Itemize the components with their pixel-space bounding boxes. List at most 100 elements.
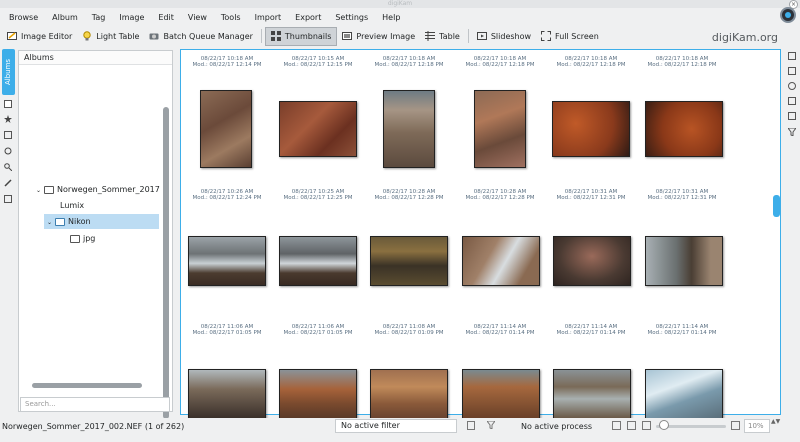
thumbnail-item[interactable]: 08/22/17 10:18 AM Mod.: 08/22/17 12:14 PM — [182, 56, 272, 174]
window-title-bar: digiKam — [0, 0, 800, 8]
zoom-spin-arrows[interactable]: ▲▼ — [771, 419, 780, 425]
thumbnail-meta: 08/22/17 10:18 AM Mod.: 08/22/17 12:14 PM — [192, 56, 262, 68]
thumbnail-item[interactable]: 08/22/17 10:18 AM Mod.: 08/22/17 12:18 PM — [546, 56, 636, 174]
table-icon — [425, 31, 436, 41]
menu-tools[interactable]: Tools — [214, 13, 248, 22]
tree-item-label: Lumix — [60, 201, 85, 210]
photo-image — [645, 101, 723, 157]
timeline-tab-icon[interactable] — [4, 147, 12, 155]
thumbnail-meta: 08/22/17 10:28 AM Mod.: 08/22/17 12:28 PM — [465, 189, 535, 201]
photo-image — [279, 101, 357, 157]
menu-help[interactable]: Help — [375, 13, 407, 22]
photo-image — [462, 236, 540, 286]
window-title: digiKam — [387, 0, 413, 7]
albums-panel-title: Albums — [19, 51, 172, 65]
thumbnail-item[interactable]: 08/22/17 10:31 AM Mod.: 08/22/17 12:31 PM — [637, 189, 727, 307]
fuzzy-search-tab-icon[interactable] — [4, 179, 12, 187]
table-view-button[interactable]: Table — [420, 27, 465, 46]
lightbulb-icon — [82, 31, 92, 41]
tree-item-lumix[interactable]: Lumix — [60, 198, 84, 213]
preview-image-icon — [342, 31, 353, 41]
colors-icon[interactable] — [788, 82, 796, 90]
tags-icon[interactable] — [788, 112, 796, 120]
thumbnail-vertical-scrollbar[interactable] — [772, 50, 781, 414]
folder-tab-icon[interactable] — [4, 100, 12, 108]
photo-image — [462, 369, 540, 419]
thumbnail-meta: 08/22/17 11:14 AM Mod.: 08/22/17 01:14 PM — [556, 324, 626, 336]
menu-settings[interactable]: Settings — [328, 13, 375, 22]
menu-edit[interactable]: Edit — [151, 13, 181, 22]
zoom-slider-handle[interactable] — [659, 420, 669, 430]
thumbnail-item[interactable]: 08/22/17 10:28 AM Mod.: 08/22/17 12:28 PM — [364, 189, 454, 307]
preview-image-button[interactable]: Preview Image — [337, 27, 420, 46]
process-status: No active process — [521, 422, 593, 431]
filter-icon[interactable] — [787, 127, 797, 138]
thumbnail-item[interactable]: 08/22/17 10:25 AM Mod.: 08/22/17 12:25 PM — [273, 189, 363, 307]
digikam-logo-icon — [780, 7, 796, 23]
star-tab-icon[interactable] — [4, 115, 12, 123]
geolocation-icon[interactable] — [788, 97, 796, 105]
scrollbar-thumb[interactable] — [32, 383, 142, 388]
thumbnail-item[interactable]: 08/22/17 10:18 AM Mod.: 08/22/17 12:18 PM — [364, 56, 454, 174]
thumbnail-item[interactable]: 08/22/17 10:18 AM Mod.: 08/22/17 12:18 PM — [637, 56, 727, 174]
menu-album[interactable]: Album — [45, 13, 85, 22]
trash-icon[interactable] — [467, 421, 475, 430]
albums-horizontal-scrollbar[interactable] — [22, 381, 160, 389]
album-search-input[interactable]: Search... — [20, 397, 170, 412]
thumbnail-item[interactable]: 08/22/17 10:18 AM Mod.: 08/22/17 12:18 PM — [455, 56, 545, 174]
image-editor-button[interactable]: Image Editor — [2, 27, 77, 46]
folder-icon — [44, 185, 55, 194]
batch-queue-manager-button[interactable]: Batch Queue Manager — [144, 27, 257, 46]
tab-albums[interactable]: Albums — [2, 49, 15, 95]
table-label: Table — [439, 31, 460, 41]
thumbnail-item[interactable]: 08/22/17 10:31 AM Mod.: 08/22/17 12:31 PM — [546, 189, 636, 307]
scrollbar-thumb[interactable] — [773, 195, 780, 217]
menu-export[interactable]: Export — [288, 13, 328, 22]
albums-vertical-scrollbar[interactable] — [162, 52, 170, 419]
tree-item-jpg[interactable]: jpg — [70, 231, 95, 246]
zoom-level-field[interactable]: 10% — [744, 419, 770, 433]
thumbnail-meta: 08/22/17 11:14 AM Mod.: 08/22/17 01:14 PM — [647, 324, 717, 336]
filter-funnel-icon[interactable] — [486, 420, 496, 431]
tree-item-nikon[interactable]: ⌄ Nikon — [44, 214, 159, 229]
image-editor-icon — [7, 31, 17, 41]
slideshow-button[interactable]: Slideshow — [472, 27, 536, 46]
search-tab-icon[interactable] — [4, 163, 13, 172]
thumbnail-item[interactable]: 08/22/17 10:15 AM Mod.: 08/22/17 12:15 PM — [273, 56, 363, 174]
tree-item-label: Norwegen_Sommer_2017 — [57, 185, 160, 194]
photo-image — [188, 236, 266, 286]
thumbnail-item[interactable]: 08/22/17 10:26 AM Mod.: 08/22/17 12:24 PM — [182, 189, 272, 307]
zoom-in-icon[interactable] — [731, 421, 740, 430]
properties-icon[interactable] — [788, 52, 796, 60]
thumbnail-meta: 08/22/17 10:18 AM Mod.: 08/22/17 12:18 PM — [556, 56, 626, 68]
chevron-down-icon[interactable]: ⌄ — [36, 187, 41, 194]
tree-item-norwegen[interactable]: ⌄ Norwegen_Sommer_2017 — [36, 182, 160, 197]
full-screen-button[interactable]: Full Screen — [536, 27, 604, 46]
zoom-100-icon[interactable] — [627, 421, 636, 430]
menu-tag[interactable]: Tag — [85, 13, 113, 22]
thumbnail-meta: 08/22/17 11:06 AM Mod.: 08/22/17 01:05 PM — [283, 324, 353, 336]
photo-image — [645, 369, 723, 419]
menu-image[interactable]: Image — [112, 13, 151, 22]
thumbnail-item[interactable]: 08/22/17 10:28 AM Mod.: 08/22/17 12:28 PM — [455, 189, 545, 307]
folder-icon — [70, 234, 80, 243]
thumbnail-meta: 08/22/17 10:28 AM Mod.: 08/22/17 12:28 PM — [374, 189, 444, 201]
right-sidebar-tabs — [786, 50, 800, 150]
photo-image — [645, 236, 723, 286]
toolbar-separator — [467, 29, 469, 43]
menu-view[interactable]: View — [181, 13, 214, 22]
metadata-icon[interactable] — [788, 67, 796, 75]
slideshow-label: Slideshow — [490, 31, 532, 41]
zoom-fit-icon[interactable] — [612, 421, 621, 430]
light-table-button[interactable]: Light Table — [77, 27, 144, 46]
full-screen-icon — [541, 31, 552, 41]
menu-browse[interactable]: Browse — [2, 13, 45, 22]
chevron-down-icon[interactable]: ⌄ — [47, 219, 52, 226]
menu-import[interactable]: Import — [248, 13, 289, 22]
zoom-out-icon[interactable] — [642, 421, 651, 430]
active-filter-field[interactable]: No active filter — [335, 419, 457, 433]
people-tab-icon[interactable] — [4, 195, 12, 203]
thumbnails-view-button[interactable]: Thumbnails — [264, 26, 338, 46]
calendar-tab-icon[interactable] — [4, 131, 12, 139]
scrollbar-thumb[interactable] — [163, 107, 169, 419]
